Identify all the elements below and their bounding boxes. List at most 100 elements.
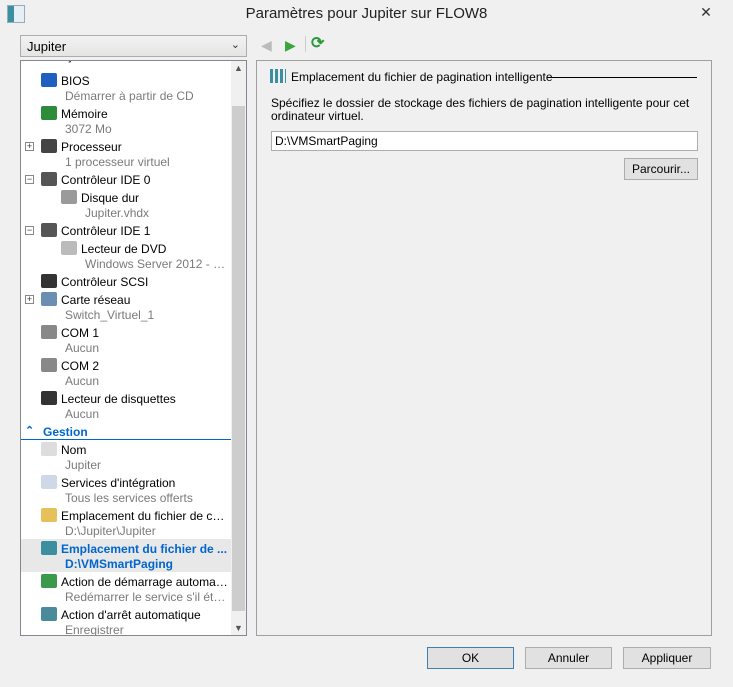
tree-item-label: COM 1 xyxy=(61,326,100,340)
expand-toggle-icon[interactable]: − xyxy=(25,175,34,184)
tree-item-label: Emplacement du fichier de ... xyxy=(61,542,228,556)
panel-title: Emplacement du fichier de pagination int… xyxy=(291,70,553,84)
tree-item-label: Carte réseau xyxy=(61,293,131,307)
name-icon xyxy=(41,442,57,456)
tree-item-value: Switch_Virtuel_1 xyxy=(65,308,155,322)
checkpoint-folder-icon xyxy=(41,508,57,522)
tree-item[interactable]: + Processeur 1 processeur virtuel xyxy=(21,137,232,170)
vm-selector-dropdown[interactable]: Jupiter ⌄ xyxy=(20,35,247,57)
tree-item-label: Disque dur xyxy=(81,191,140,205)
section-label: Gestion xyxy=(43,425,88,439)
tree-item[interactable]: + Carte réseau Switch_Virtuel_1 xyxy=(21,290,232,323)
smart-paging-icon xyxy=(270,69,286,83)
tree-item-value: 3072 Mo xyxy=(65,122,112,136)
forward-button[interactable]: ▶ xyxy=(285,37,296,54)
cancel-button[interactable]: Annuler xyxy=(525,647,612,669)
tree-item[interactable]: Ajouter un matériel xyxy=(21,61,232,71)
tree-item-label: Contrôleur IDE 0 xyxy=(61,173,151,187)
ok-button[interactable]: OK xyxy=(427,647,514,669)
tree-item-label: Processeur xyxy=(61,140,122,154)
tree-scrollbar[interactable]: ▲ ▼ xyxy=(231,61,246,635)
integration-services-icon xyxy=(41,475,57,489)
tree-item[interactable]: Disque dur Jupiter.vhdx xyxy=(21,188,232,221)
tree-item-label: Action d'arrêt automatique xyxy=(61,608,201,622)
title-bar: Paramètres pour Jupiter sur FLOW8 ✕ xyxy=(0,0,733,28)
scroll-up-icon[interactable]: ▲ xyxy=(231,63,246,73)
back-button[interactable]: ◀ xyxy=(261,37,272,54)
tree-item-value: D:\VMSmartPaging xyxy=(65,557,174,571)
add-hardware-icon xyxy=(41,61,57,71)
tree-item-label: Contrôleur IDE 1 xyxy=(61,224,151,238)
tree-item-value: Aucun xyxy=(65,374,100,388)
tree-item[interactable]: − Contrôleur IDE 1 xyxy=(21,221,232,239)
title-divider xyxy=(547,77,697,78)
scsi-controller-icon xyxy=(41,274,57,288)
tree-item[interactable]: Nom Jupiter xyxy=(21,440,232,473)
tree-item[interactable]: Emplacement du fichier de ... D:\VMSmartP… xyxy=(21,539,232,572)
panel-description: Spécifiez le dossier de stockage des fic… xyxy=(271,96,690,123)
tree-item-label: Mémoire xyxy=(61,107,108,121)
refresh-button[interactable]: ⟳ xyxy=(311,33,324,53)
tree-item-label: Nom xyxy=(61,443,87,457)
tree-item[interactable]: COM 2 Aucun xyxy=(21,356,232,389)
tree-item-label: Services d'intégration xyxy=(61,476,176,490)
floppy-icon xyxy=(41,391,57,405)
tree-item[interactable]: Emplacement du fichier de capt... D:\Jupi… xyxy=(21,506,232,539)
tree-item[interactable]: Services d'intégration Tous les services … xyxy=(21,473,232,506)
tree-item-label: Action de démarrage automatique xyxy=(61,575,229,589)
expand-toggle-icon[interactable]: + xyxy=(25,142,34,151)
tree-rows: Ajouter un matériel BIOSDémarrer à partir… xyxy=(21,61,232,636)
tree-item[interactable]: Contrôleur SCSI xyxy=(21,272,232,290)
tree-item-label: Contrôleur SCSI xyxy=(61,275,149,289)
tree-item[interactable]: BIOS Démarrer à partir de CD xyxy=(21,71,232,104)
tree-item-value: Jupiter.vhdx xyxy=(85,206,150,220)
expand-toggle-icon[interactable]: − xyxy=(25,226,34,235)
vm-selector-value: Jupiter xyxy=(27,39,67,54)
tree-item-value: Aucun xyxy=(65,407,100,421)
apply-button[interactable]: Appliquer xyxy=(623,647,711,669)
tree-item-label: Lecteur de disquettes xyxy=(61,392,176,406)
tree-item-value: D:\Jupiter\Jupiter xyxy=(65,524,156,538)
tree-item-label: BIOS xyxy=(61,74,90,88)
close-button[interactable]: ✕ xyxy=(690,2,722,22)
tree-item-value: Redémarrer le service s'il était ... xyxy=(65,590,229,604)
tree-item-label: Emplacement du fichier de capt... xyxy=(61,509,229,523)
tree-item[interactable]: Action de démarrage automatique Redémarre… xyxy=(21,572,232,605)
tree-item-value: Windows Server 2012 - 64 ... xyxy=(85,257,229,271)
section-header-gestion[interactable]: ⌃ Gestion xyxy=(21,422,232,440)
tree-item-value: Jupiter xyxy=(65,458,102,472)
tree-item[interactable]: COM 1 Aucun xyxy=(21,323,232,356)
tree-item[interactable]: Lecteur de disquettes Aucun xyxy=(21,389,232,422)
smart-paging-path-input[interactable] xyxy=(271,131,698,151)
tree-item[interactable]: − Contrôleur IDE 0 xyxy=(21,170,232,188)
scrollbar-thumb[interactable] xyxy=(232,106,245,611)
ide-controller-icon xyxy=(41,223,57,237)
tree-item-label: Lecteur de DVD xyxy=(81,242,167,256)
expand-toggle-icon[interactable]: + xyxy=(25,295,34,304)
processor-icon xyxy=(41,139,57,153)
memory-icon xyxy=(41,106,57,120)
com-port-icon xyxy=(41,325,57,339)
auto-start-icon xyxy=(41,574,57,588)
chevron-down-icon: ⌄ xyxy=(230,39,240,51)
tree-item[interactable]: Lecteur de DVD Windows Server 2012 - 64 .… xyxy=(21,239,232,272)
settings-tree: Ajouter un matériel BIOSDémarrer à partir… xyxy=(20,60,247,636)
com-port-icon xyxy=(41,358,57,372)
tree-item-value: Enregistrer xyxy=(65,623,124,636)
window-title: Paramètres pour Jupiter sur FLOW8 xyxy=(245,5,488,22)
tree-item-label: COM 2 xyxy=(61,359,100,373)
smart-paging-icon xyxy=(41,541,57,555)
tree-item-value: Aucun xyxy=(65,341,100,355)
tree-item[interactable]: Mémoire 3072 Mo xyxy=(21,104,232,137)
tree-item-value: Tous les services offerts xyxy=(65,491,193,505)
nav-divider xyxy=(305,36,306,52)
scroll-down-icon[interactable]: ▼ xyxy=(231,623,246,633)
tree-item-label: Ajouter un matériel xyxy=(61,61,162,63)
browse-button[interactable]: Parcourir... xyxy=(624,158,698,180)
tree-item[interactable]: Action d'arrêt automatique Enregistrer xyxy=(21,605,232,636)
tree-item-value: 1 processeur virtuel xyxy=(65,155,170,169)
bios-icon xyxy=(41,73,57,87)
hard-disk-icon xyxy=(61,190,77,204)
dvd-icon xyxy=(61,241,77,255)
collapse-section-icon[interactable]: ⌃ xyxy=(25,424,34,437)
